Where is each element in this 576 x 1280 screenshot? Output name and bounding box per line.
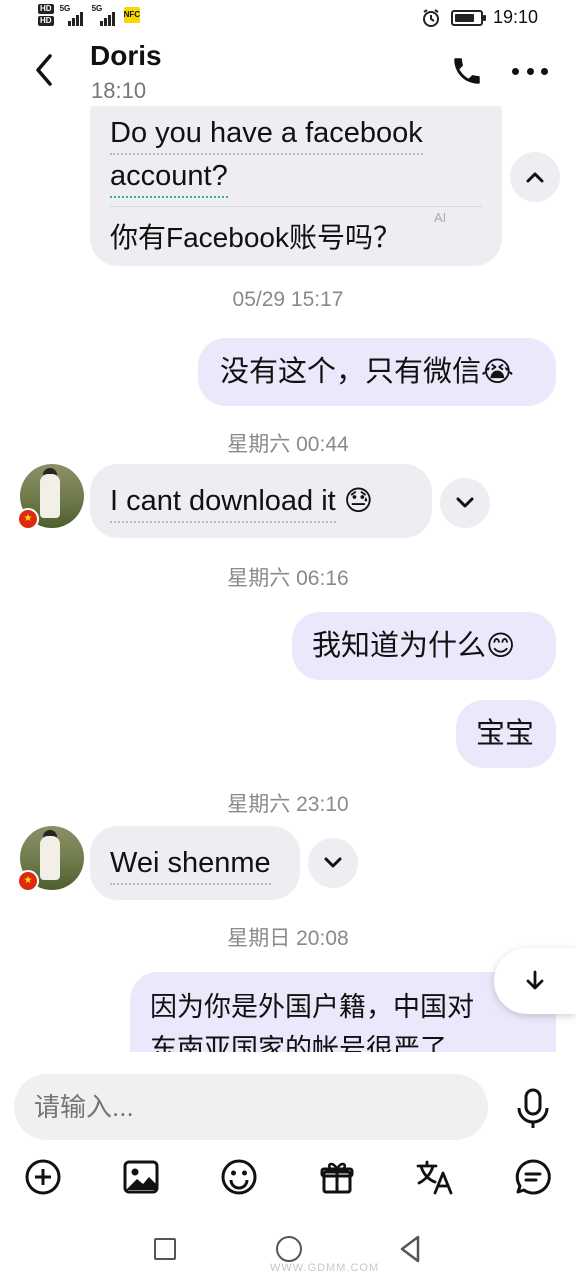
status-left: HD HD 5G 5G NFC (38, 4, 140, 26)
add-button[interactable] (22, 1156, 64, 1198)
translation-text: 你有Facebook账号吗？ (110, 222, 401, 253)
plus-circle-icon (25, 1159, 61, 1195)
nav-back-icon[interactable] (398, 1234, 422, 1264)
message-outgoing[interactable]: 我知道为什么😊 (292, 612, 556, 680)
chevron-down-icon (324, 857, 342, 868)
china-flag-icon: ★ (17, 870, 39, 892)
signal-icon-2: 5G (92, 4, 118, 26)
watermark-text: WWW.GDMM.COM (270, 1262, 380, 1274)
composer-toolbar (0, 1156, 576, 1206)
message-incoming[interactable]: I cant download it 😓 (90, 464, 432, 538)
signal-icon: 5G (60, 4, 86, 26)
chevron-down-icon (456, 497, 474, 508)
chat-messages[interactable]: Do you have a facebook account? 你有Facebo… (0, 106, 576, 1052)
back-arrow-icon[interactable] (30, 50, 60, 90)
message-input[interactable] (14, 1074, 488, 1140)
message-text: Wei shenme (110, 847, 271, 885)
recent-apps-button[interactable] (154, 1238, 176, 1260)
timestamp: 星期日 20:08 (227, 927, 349, 950)
arrow-down-icon (526, 970, 544, 990)
gift-icon (320, 1162, 354, 1194)
status-right: 19:10 (421, 7, 538, 28)
message-text-line-2: account? (110, 160, 228, 198)
timestamp: 星期六 00:44 (227, 433, 349, 456)
china-flag-icon: ★ (17, 508, 39, 530)
nfc-icon: NFC (123, 7, 140, 23)
smile-emoji-icon: 😊 (486, 630, 516, 661)
message-incoming-translated[interactable]: Do you have a facebook account? 你有Facebo… (90, 106, 502, 266)
smiley-icon (221, 1159, 257, 1195)
gift-button[interactable] (316, 1156, 358, 1198)
gallery-button[interactable] (120, 1156, 162, 1198)
expand-translation-button[interactable] (440, 478, 490, 528)
chevron-up-icon (526, 172, 544, 183)
sweat-emoji-icon: 😓 (343, 485, 373, 516)
home-button[interactable] (276, 1236, 302, 1262)
contact-name[interactable]: Doris (90, 40, 162, 72)
chat-header: Doris 18:10 (0, 36, 576, 106)
message-text-line-1: 因为你是外国户籍，中国对 (150, 992, 474, 1022)
message-text-line-2: 东南亚国家的帐号很严了 (150, 1034, 447, 1052)
message-outgoing[interactable]: 没有这个，只有微信😭 (198, 338, 556, 406)
status-time: 19:10 (492, 7, 538, 27)
alarm-icon (422, 8, 439, 27)
hd-indicators: HD HD (38, 4, 54, 26)
message-text: 我知道为什么 (312, 630, 487, 662)
battery-icon (450, 9, 486, 26)
translate-button[interactable] (414, 1156, 456, 1198)
status-bar: HD HD 5G 5G NFC 19:10 (0, 0, 576, 36)
expand-translation-button[interactable] (308, 838, 358, 888)
chat-bubble-icon (515, 1159, 551, 1195)
hd-badge-1: HD (38, 4, 54, 14)
translate-icon (416, 1160, 453, 1195)
ai-badge: AI (434, 210, 447, 225)
translation-divider (110, 206, 482, 207)
microphone-icon[interactable] (514, 1088, 552, 1130)
emoji-button[interactable] (218, 1156, 260, 1198)
message-outgoing[interactable]: 因为你是外国户籍，中国对 东南亚国家的帐号很严了 (130, 972, 556, 1052)
timestamp: 星期六 23:10 (227, 793, 349, 816)
message-text: 没有这个，只有微信 (220, 356, 482, 388)
crying-emoji-icon: 😭 (481, 356, 514, 387)
message-outgoing[interactable]: 宝宝 (456, 700, 556, 768)
timestamp: 星期六 06:16 (227, 567, 349, 590)
more-options-icon[interactable] (512, 56, 548, 86)
message-incoming[interactable]: Wei shenme (90, 826, 300, 900)
hd-badge-2: HD (38, 16, 54, 26)
message-text: 宝宝 (476, 718, 535, 750)
image-icon (123, 1160, 159, 1194)
chat-bubble-button[interactable] (512, 1156, 554, 1198)
timestamp: 05/29 15:17 (232, 288, 344, 311)
collapse-translation-button[interactable] (510, 152, 560, 202)
message-text-line-1: Do you have a facebook (110, 117, 423, 155)
scroll-to-bottom-button[interactable] (494, 948, 576, 1014)
last-seen-time: 18:10 (91, 78, 147, 103)
battery-fill (454, 13, 475, 22)
phone-call-icon[interactable] (450, 54, 484, 88)
message-text: I cant download it (110, 485, 336, 523)
